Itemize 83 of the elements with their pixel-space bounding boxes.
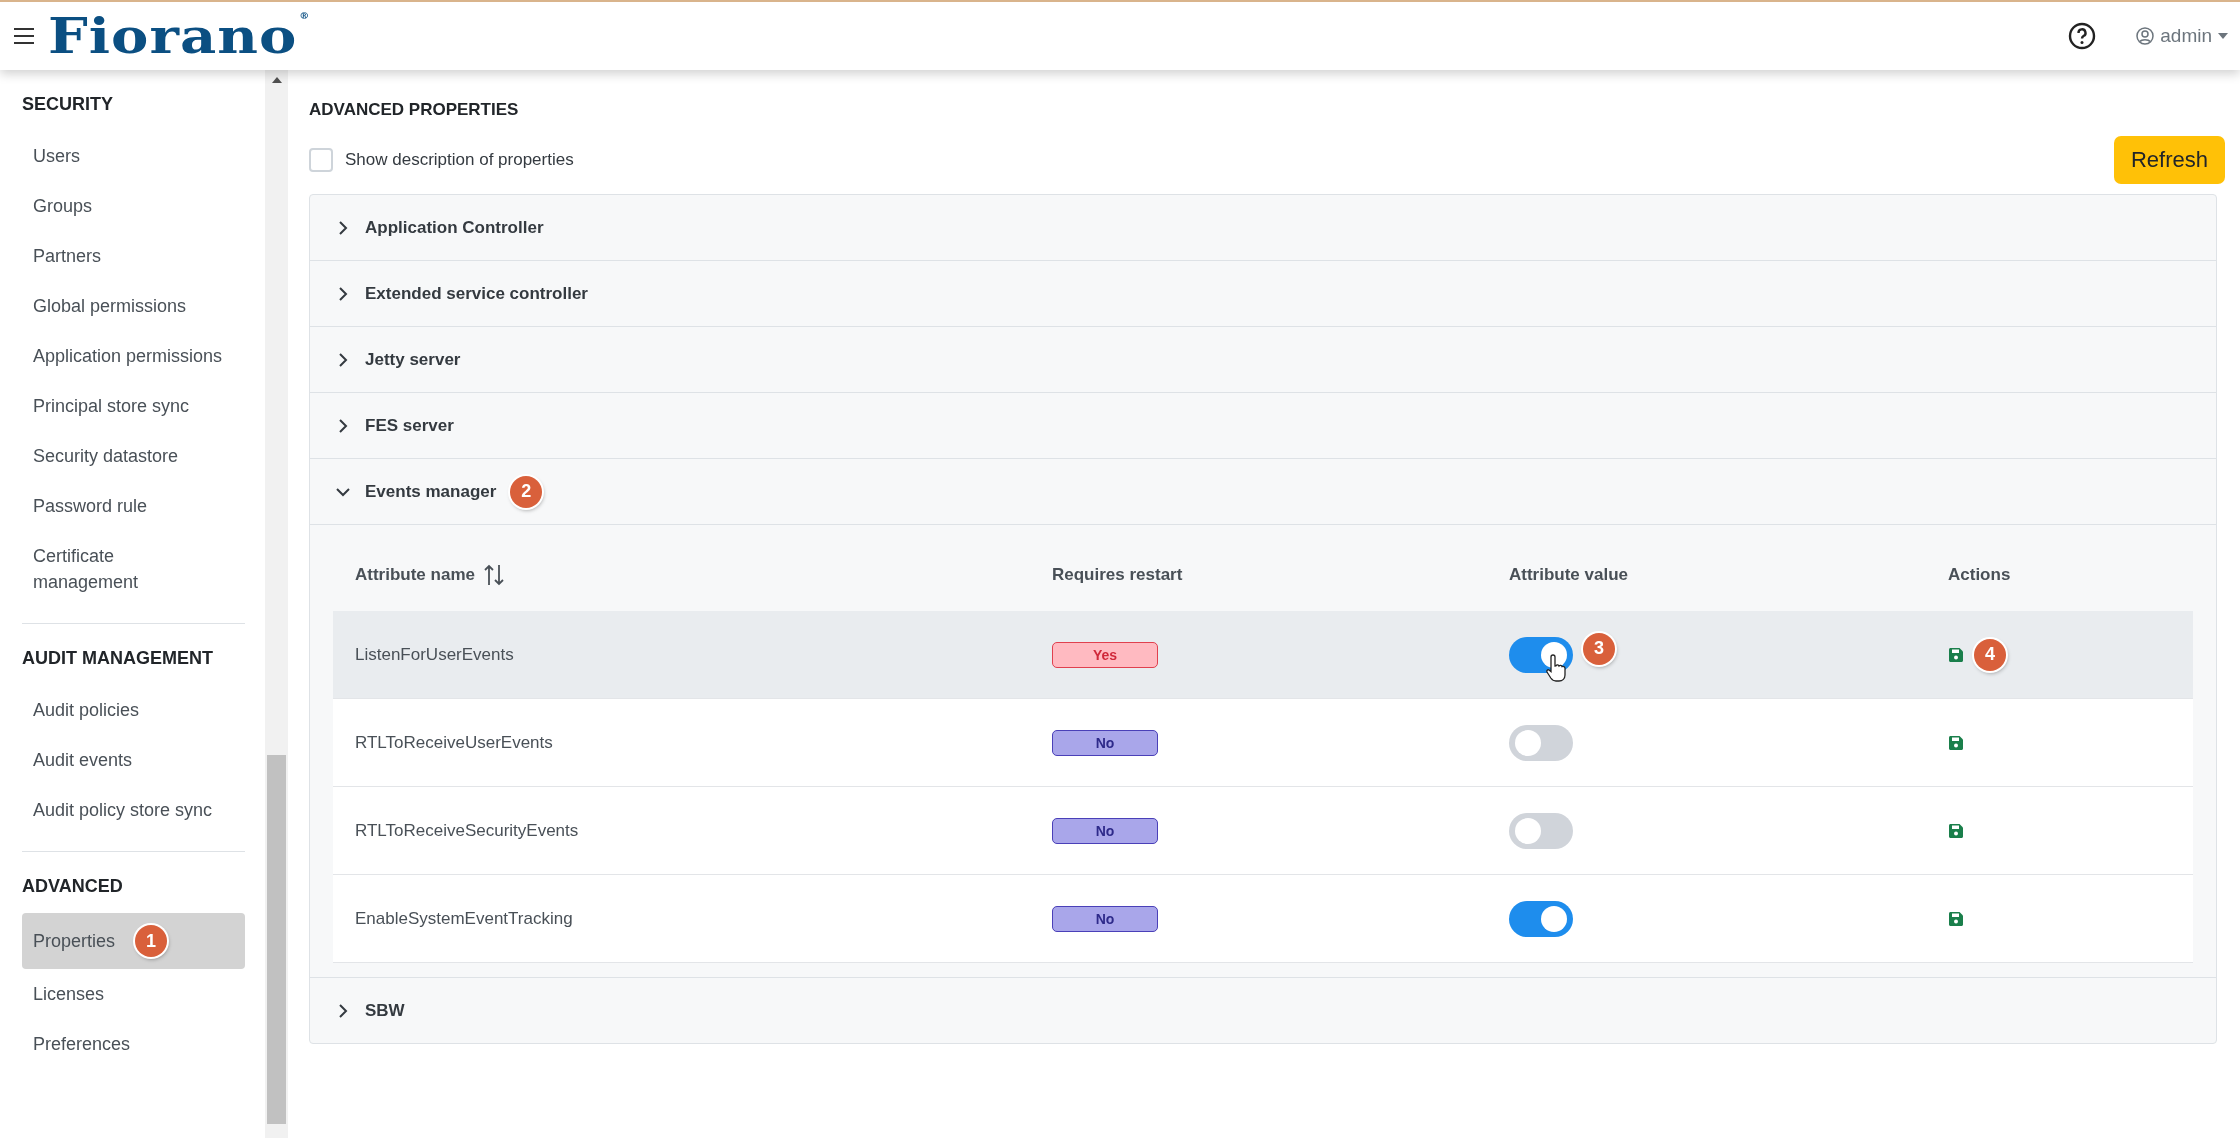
toggle-switch[interactable] <box>1509 724 1573 761</box>
column-header: Actions <box>1948 565 2011 585</box>
toggle-switch[interactable] <box>1509 900 1573 937</box>
step-number: 1 <box>135 925 168 957</box>
sidebar-heading: AUDIT MANAGEMENT <box>22 647 214 670</box>
sidebar-item-label: Audit policy store sync <box>33 799 213 822</box>
section-title: FES server <box>365 415 454 436</box>
sidebar-item-label: Licenses <box>33 983 105 1006</box>
step-number: 3 <box>1583 632 1615 665</box>
sidebar-item-label: Application permissions <box>33 345 223 368</box>
section-title: Jetty server <box>365 349 461 370</box>
save-icon[interactable] <box>1948 910 1964 927</box>
sidebar-item[interactable]: Properties 1 <box>22 913 245 969</box>
save-icon[interactable] <box>1948 646 1964 663</box>
sidebar-item[interactable]: Groups <box>22 181 245 231</box>
refresh-button[interactable]: Refresh <box>2113 136 2225 184</box>
save-icon[interactable] <box>1948 734 1964 751</box>
sidebar-item[interactable]: Licenses <box>22 969 245 1019</box>
checkbox[interactable] <box>309 148 333 172</box>
scrollbar-thumb[interactable] <box>267 755 286 1124</box>
sidebar-item[interactable]: Audit policy store sync <box>22 785 245 835</box>
restart-badge: No <box>1052 729 1158 756</box>
restart-badge: No <box>1052 905 1158 932</box>
sidebar-item[interactable]: Users <box>22 131 245 181</box>
sidebar-item-label: Users <box>33 145 80 168</box>
step-number: 2 <box>510 475 543 508</box>
checkbox-label: Show description of properties <box>345 150 574 170</box>
sidebar-item-label: Security datastore <box>33 445 179 468</box>
sidebar-item[interactable]: Security datastore <box>22 431 245 481</box>
attribute-name: RTLToReceiveSecurityEvents <box>355 820 579 841</box>
scrollbar[interactable] <box>265 70 288 1138</box>
sidebar-item-label: Principal store sync <box>33 395 190 418</box>
step-number: 4 <box>1974 638 2006 671</box>
sidebar-item[interactable]: Password rule <box>22 481 245 531</box>
scroll-up-icon[interactable] <box>270 76 283 84</box>
accordion-header[interactable]: Jetty server <box>310 327 2216 393</box>
sidebar-item-label: Audit events <box>33 749 133 772</box>
sidebar-item-label: Partners <box>33 245 102 268</box>
sidebar-item-label: Preferences <box>33 1033 131 1056</box>
sidebar-heading: SECURITY <box>22 93 114 116</box>
toggle-switch[interactable] <box>1509 636 1573 673</box>
section-title: Application Controller <box>365 217 544 238</box>
sidebar-item-label: Certificate management <box>33 545 139 594</box>
sidebar-item[interactable]: Audit events <box>22 735 245 785</box>
toggle-switch[interactable] <box>1509 812 1573 849</box>
sidebar-item[interactable]: Principal store sync <box>22 381 245 431</box>
accordion-header[interactable]: Application Controller <box>310 195 2216 261</box>
column-header[interactable]: Attribute name <box>355 565 475 585</box>
attribute-name: EnableSystemEventTracking <box>355 908 573 929</box>
attribute-name: RTLToReceiveUserEvents <box>355 732 553 753</box>
accordion-header[interactable]: Extended service controller <box>310 261 2216 327</box>
hand-cursor-icon <box>1545 652 1569 683</box>
accordion-header[interactable]: FES server <box>310 393 2216 459</box>
restart-badge: Yes <box>1052 641 1158 668</box>
sidebar-item-label: Properties <box>33 930 116 953</box>
user-menu[interactable]: admin <box>2136 25 2228 47</box>
accordion-header[interactable]: Events manager 2 <box>310 459 2216 525</box>
sidebar-item-label: Audit policies <box>33 699 140 722</box>
sidebar-item-label: Groups <box>33 195 93 218</box>
logo: Fiorano$^{®}$ <box>48 12 311 60</box>
sidebar-item[interactable]: Application permissions <box>22 331 245 381</box>
user-icon <box>2136 27 2155 45</box>
sidebar-item-label: Global permissions <box>33 295 187 318</box>
attribute-name: ListenForUserEvents <box>355 644 514 665</box>
column-header: Attribute value <box>1509 565 1629 585</box>
help-icon[interactable] <box>2068 22 2097 50</box>
sidebar-item-label: Password rule <box>33 495 148 518</box>
section-title: SBW <box>365 1000 405 1021</box>
caret-icon <box>2218 33 2228 39</box>
page-title: ADVANCED PROPERTIES <box>309 100 520 120</box>
restart-badge: No <box>1052 817 1158 844</box>
sidebar-item[interactable]: Certificate management <box>22 531 245 607</box>
sort-icon[interactable] <box>482 563 505 587</box>
accordion-header[interactable]: SBW <box>310 978 2216 1043</box>
sidebar-item[interactable]: Preferences <box>22 1019 245 1069</box>
sidebar-heading: ADVANCED <box>22 875 124 898</box>
section-title: Extended service controller <box>365 283 588 304</box>
save-icon[interactable] <box>1948 822 1964 839</box>
sidebar-item[interactable]: Audit policies <box>22 685 245 735</box>
sidebar-item[interactable]: Global permissions <box>22 281 245 331</box>
section-title: Events manager <box>365 481 497 502</box>
column-header: Requires restart <box>1052 565 1183 585</box>
sidebar-item[interactable]: Partners <box>22 231 245 281</box>
